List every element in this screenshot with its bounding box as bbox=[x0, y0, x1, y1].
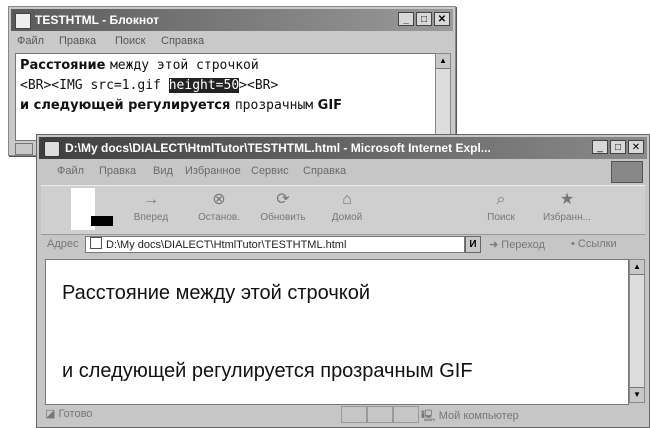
favorites-label: Избранн... bbox=[543, 212, 591, 223]
minimize-button[interactable]: _ bbox=[398, 12, 414, 26]
stop-label: Останов. bbox=[198, 212, 240, 223]
ie-menubar: Файл Правка Вид Избранное Сервис Справка bbox=[41, 163, 645, 181]
line3-bold-text: и следующей регулируется bbox=[20, 98, 235, 113]
links-button[interactable]: • Ссылки bbox=[571, 238, 617, 250]
ie-minimize-button[interactable]: _ bbox=[592, 140, 608, 154]
page-icon bbox=[90, 237, 102, 249]
ie-title-app: Microsoft Internet Expl... bbox=[350, 141, 491, 155]
page-content: Расстояние между этой строчкой и следующ… bbox=[45, 259, 629, 405]
ie-menu-edit[interactable]: Правка bbox=[99, 165, 136, 177]
ie-throbber-logo bbox=[611, 161, 643, 183]
status-segment bbox=[367, 406, 393, 423]
scroll-up-icon[interactable]: ▲ bbox=[436, 54, 450, 69]
line3-bold-tail: GIF bbox=[313, 98, 343, 113]
ie-scroll-up-icon[interactable]: ▲ bbox=[630, 260, 644, 275]
address-dropdown-button[interactable]: И bbox=[465, 236, 481, 253]
menu-file[interactable]: Файл bbox=[17, 35, 44, 47]
home-icon: ⌂ bbox=[342, 191, 352, 208]
text-line-2: <BR><IMG src=1.gif height=50><BR> bbox=[20, 78, 278, 93]
ie-menu-file[interactable]: Файл bbox=[57, 165, 84, 177]
menu-help[interactable]: Справка bbox=[161, 35, 204, 47]
address-bar: Адрес D:\My docs\DIALECT\HtmlTutor\TESTH… bbox=[41, 235, 645, 255]
go-button[interactable]: ➜ Переход bbox=[489, 238, 545, 251]
text-line-3: и следующей регулируется прозрачным GIF bbox=[20, 98, 342, 113]
status-text: ◪ Готово bbox=[45, 408, 93, 420]
zone-label: Мой компьютер bbox=[438, 410, 519, 422]
forward-button[interactable]: → Вперед bbox=[121, 188, 181, 232]
go-label: Переход bbox=[501, 239, 545, 251]
status-segment bbox=[393, 406, 419, 423]
line2-tail: ><BR> bbox=[239, 78, 279, 93]
search-button[interactable]: ⌕ Поиск bbox=[471, 188, 531, 232]
maximize-button[interactable]: □ bbox=[416, 12, 432, 26]
refresh-icon: ⟳ bbox=[276, 191, 290, 208]
notepad-title: TESTHTML - Блокнот bbox=[35, 13, 160, 27]
line2-text: <BR><IMG src=1.gif bbox=[20, 78, 169, 93]
ie-window: D:\My docs\DIALECT\HtmlTutor\TESTHTML.ht… bbox=[36, 134, 650, 428]
scroll-left-icon[interactable] bbox=[15, 143, 33, 155]
search-icon: ⌕ bbox=[496, 191, 506, 208]
search-label: Поиск bbox=[487, 212, 515, 223]
ie-menu-help[interactable]: Справка bbox=[303, 165, 346, 177]
ie-title: D:\My docs\DIALECT\HtmlTutor\TESTHTML.ht… bbox=[65, 141, 491, 155]
ie-menu-view[interactable]: Вид bbox=[153, 165, 173, 177]
home-label: Домой bbox=[331, 212, 363, 223]
refresh-label: Обновить bbox=[260, 212, 306, 223]
close-button[interactable]: ✕ bbox=[434, 12, 450, 26]
address-input[interactable]: D:\My docs\DIALECT\HtmlTutor\TESTHTML.ht… bbox=[85, 236, 465, 253]
content-line-2: и следующей регулируется прозрачным GIF bbox=[62, 360, 473, 382]
address-value: D:\My docs\DIALECT\HtmlTutor\TESTHTML.ht… bbox=[106, 239, 347, 251]
notepad-text-area[interactable]: Расстояние между этой строчкой <BR><IMG … bbox=[15, 53, 437, 141]
status-ready: Готово bbox=[58, 408, 93, 420]
forward-arrow-icon: → bbox=[143, 191, 159, 208]
home-button[interactable]: ⌂ Домой bbox=[317, 188, 377, 232]
ie-icon bbox=[44, 141, 60, 157]
ie-menu-tools[interactable]: Сервис bbox=[251, 165, 289, 177]
line1-mono-tail: рочкой bbox=[211, 58, 259, 73]
menu-search[interactable]: Поиск bbox=[115, 35, 145, 47]
selected-text: height=50 bbox=[168, 78, 240, 93]
stop-icon: ⊗ bbox=[212, 191, 226, 208]
ie-menu-favorites[interactable]: Избранное bbox=[185, 165, 241, 177]
black-overlay bbox=[91, 216, 113, 226]
notepad-vertical-scrollbar[interactable]: ▲ bbox=[435, 53, 451, 139]
favorites-button[interactable]: ★ Избранн... bbox=[537, 188, 597, 232]
line1-bold-text: Расстояние bbox=[20, 58, 110, 73]
ie-scroll-down-icon[interactable]: ▼ bbox=[630, 387, 644, 402]
notepad-titlebar[interactable]: TESTHTML - Блокнот _ □ ✕ bbox=[11, 9, 453, 31]
address-label: Адрес bbox=[47, 238, 79, 250]
favorites-icon: ★ bbox=[559, 191, 575, 208]
ie-vertical-scrollbar[interactable]: ▲ ▼ bbox=[629, 259, 645, 403]
menu-edit[interactable]: Правка bbox=[59, 35, 96, 47]
refresh-button[interactable]: ⟳ Обновить bbox=[253, 188, 313, 232]
ie-titlebar[interactable]: D:\My docs\DIALECT\HtmlTutor\TESTHTML.ht… bbox=[39, 137, 647, 159]
ie-close-button[interactable]: ✕ bbox=[628, 140, 644, 154]
notepad-icon bbox=[15, 13, 31, 29]
content-line-1: Расстояние между этой строчкой bbox=[62, 282, 371, 304]
status-zone: 🖳 Мой компьютер bbox=[421, 410, 519, 422]
notepad-menubar: Файл Правка Поиск Справка bbox=[11, 33, 453, 51]
ie-maximize-button[interactable]: □ bbox=[610, 140, 626, 154]
status-bar: ◪ Готово 🖳 Мой компьютер bbox=[41, 405, 645, 423]
ie-toolbar: → Вперед ⊗ Останов. ⟳ Обновить ⌂ Домой ⌕… bbox=[41, 185, 645, 235]
text-line-1: Расстояние между этой строчкой bbox=[20, 58, 259, 73]
line3-mono-text: прозрачным bbox=[234, 98, 314, 113]
ie-title-path: D:\My docs\DIALECT\HtmlTutor\TESTHTML.ht… bbox=[65, 141, 351, 155]
line1-mono-text: между этой ст bbox=[109, 58, 212, 73]
forward-label: Вперед bbox=[133, 212, 169, 223]
status-segment bbox=[341, 406, 367, 423]
stop-button[interactable]: ⊗ Останов. bbox=[189, 188, 249, 232]
